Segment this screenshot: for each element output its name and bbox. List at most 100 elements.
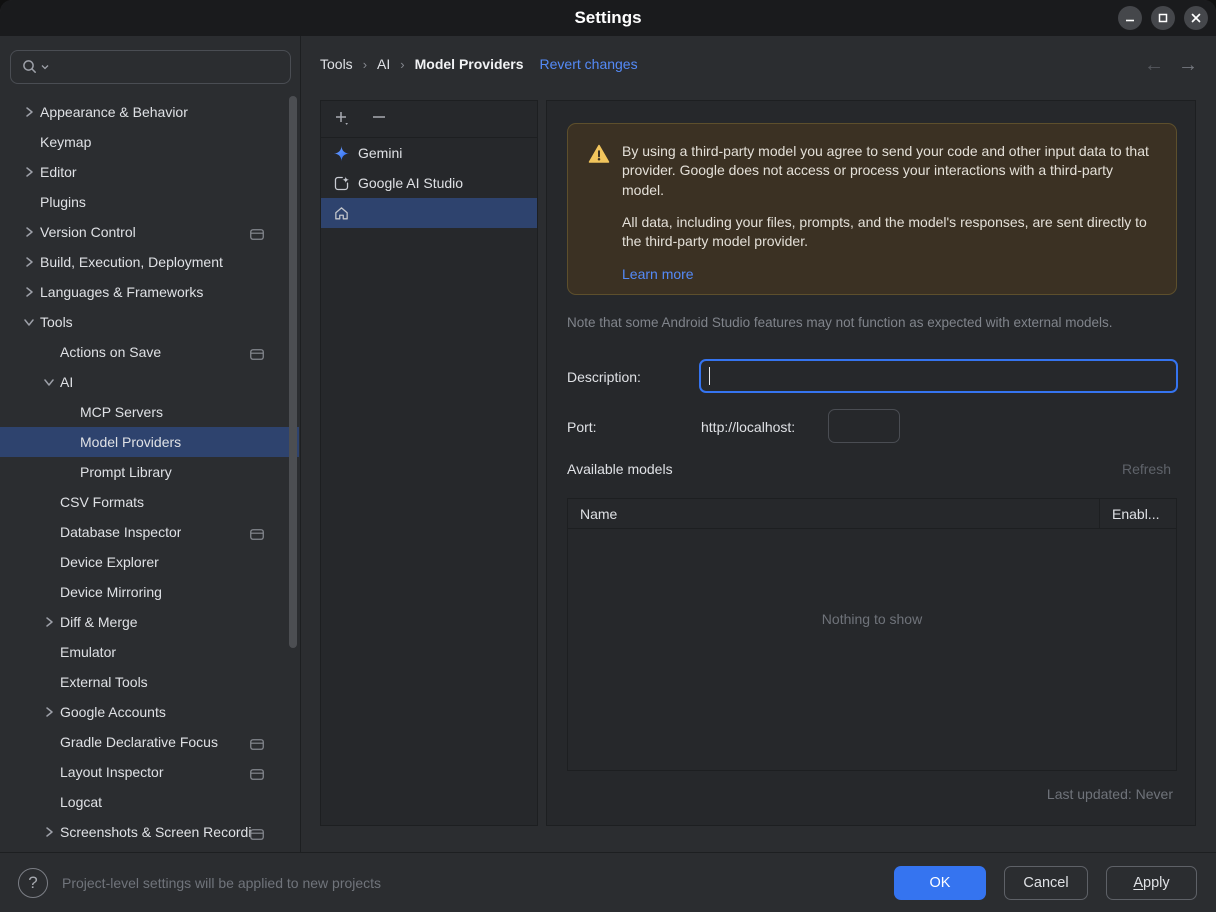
sidebar-item-device-explorer[interactable]: Device Explorer (0, 547, 288, 577)
breadcrumb-model-providers: Model Providers (414, 56, 524, 72)
sidebar-item-model-providers[interactable]: Model Providers (0, 427, 299, 457)
port-prefix: http://localhost: (701, 419, 796, 435)
description-field[interactable] (699, 359, 1178, 393)
sidebar-item-build-execution-deployment[interactable]: Build, Execution, Deployment (0, 247, 288, 277)
learn-more-link[interactable]: Learn more (622, 266, 694, 282)
external-models-note: Note that some Android Studio features m… (567, 315, 1113, 330)
sidebar-item-label: Emulator (60, 644, 117, 660)
refresh-button[interactable]: Refresh (1122, 461, 1171, 477)
tree-toggle[interactable] (38, 826, 60, 838)
revert-changes-link[interactable]: Revert changes (540, 56, 638, 72)
settings-window: Settings Appearance & Behavior Keymap Ed… (0, 0, 1216, 912)
minimize-icon (1126, 19, 1134, 22)
titlebar: Settings (0, 0, 1216, 36)
sidebar-item-external-tools[interactable]: External Tools (0, 667, 288, 697)
sidebar-item-label: External Tools (60, 674, 148, 690)
sidebar-item-layout-inspector[interactable]: Layout Inspector (0, 757, 288, 787)
footer-bar: ? Project-level settings will be applied… (0, 852, 1216, 912)
sidebar-item-plugins[interactable]: Plugins (0, 187, 288, 217)
provider-item-google-ai-studio[interactable]: Google AI Studio (321, 168, 537, 198)
empty-table-message: Nothing to show (821, 611, 923, 627)
sidebar-item-logcat[interactable]: Logcat (0, 787, 288, 817)
add-provider-button[interactable] (333, 110, 353, 128)
sidebar-item-mcp-servers[interactable]: MCP Servers (0, 397, 288, 427)
window-badge-icon (250, 769, 264, 780)
sidebar-item-label: Diff & Merge (60, 614, 138, 630)
sidebar-item-ai[interactable]: AI (0, 367, 288, 397)
sidebar-item-keymap[interactable]: Keymap (0, 127, 288, 157)
models-table: Name Enabl... Nothing to show (567, 498, 1177, 771)
provider-list-toolbar (321, 101, 537, 138)
sidebar-item-emulator[interactable]: Emulator (0, 637, 288, 667)
warning-paragraph-2: All data, including your files, prompts,… (622, 213, 1147, 250)
breadcrumb-ai[interactable]: AI (377, 56, 390, 72)
text-caret (709, 367, 710, 385)
tree-toggle[interactable] (38, 616, 60, 628)
column-header-enabled[interactable]: Enabl... (1099, 498, 1176, 529)
back-arrow-icon[interactable]: ← (1144, 54, 1164, 77)
sidebar-item-label: Google Accounts (60, 704, 166, 720)
sidebar-item-languages-frameworks[interactable]: Languages & Frameworks (0, 277, 288, 307)
cancel-button[interactable]: Cancel (1004, 866, 1088, 900)
sidebar-item-label: Languages & Frameworks (40, 284, 204, 300)
gemini-icon (333, 145, 350, 161)
breadcrumb-tools[interactable]: Tools (320, 56, 353, 72)
sidebar-item-actions-on-save[interactable]: Actions on Save (0, 337, 288, 367)
sidebar-item-tools[interactable]: Tools (0, 307, 288, 337)
tree-toggle[interactable] (18, 286, 40, 298)
tree-toggle[interactable] (18, 316, 40, 328)
remove-provider-button[interactable] (371, 110, 387, 128)
sidebar-item-label: Database Inspector (60, 524, 182, 540)
sidebar-item-csv-formats[interactable]: CSV Formats (0, 487, 288, 517)
tree-toggle[interactable] (18, 256, 40, 268)
sidebar-item-appearance-behavior[interactable]: Appearance & Behavior (0, 97, 288, 127)
warning-paragraph-1: By using a third-party model you agree t… (622, 143, 1149, 198)
tree-toggle[interactable] (38, 706, 60, 718)
tree-toggle[interactable] (18, 226, 40, 238)
available-models-label: Available models (567, 461, 673, 477)
sidebar-item-screenshots-screen-recordi[interactable]: Screenshots & Screen Recordi (0, 817, 288, 847)
minimize-button[interactable] (1118, 6, 1142, 30)
configurable-badge (250, 347, 264, 363)
help-button[interactable]: ? (18, 867, 48, 898)
provider-item-new[interactable] (321, 198, 537, 228)
column-header-name[interactable]: Name (568, 506, 1099, 522)
search-input[interactable] (10, 50, 291, 84)
window-badge-icon (250, 529, 264, 540)
provider-item-gemini[interactable]: Gemini (321, 138, 537, 168)
sidebar-item-editor[interactable]: Editor (0, 157, 288, 187)
sidebar-item-device-mirroring[interactable]: Device Mirroring (0, 577, 288, 607)
apply-button[interactable]: Apply (1106, 866, 1197, 900)
sidebar-item-gradle-declarative-focus[interactable]: Gradle Declarative Focus (0, 727, 288, 757)
sidebar-scrollbar[interactable] (289, 96, 297, 648)
window-badge-icon (250, 349, 264, 360)
breadcrumb-separator: › (362, 56, 368, 72)
tree-toggle[interactable] (18, 106, 40, 118)
close-icon (1191, 13, 1201, 23)
sidebar-item-google-accounts[interactable]: Google Accounts (0, 697, 288, 727)
chevron-down-icon (44, 379, 54, 386)
window-badge-icon (250, 739, 264, 750)
maximize-button[interactable] (1151, 6, 1175, 30)
chevron-right-icon (26, 257, 33, 267)
forward-arrow-icon[interactable]: → (1178, 54, 1198, 77)
window-controls (1118, 6, 1208, 30)
sidebar-item-label: MCP Servers (80, 404, 163, 420)
sidebar-item-label: Build, Execution, Deployment (40, 254, 223, 270)
sidebar-item-label: Keymap (40, 134, 92, 150)
sidebar-item-diff-merge[interactable]: Diff & Merge (0, 607, 288, 637)
warning-icon (588, 144, 610, 163)
search-icon (23, 60, 36, 73)
close-button[interactable] (1184, 6, 1208, 30)
port-field[interactable] (828, 409, 900, 443)
sidebar-item-label: Layout Inspector (60, 764, 164, 780)
ok-button[interactable]: OK (894, 866, 986, 900)
tree-toggle[interactable] (18, 166, 40, 178)
sidebar-item-version-control[interactable]: Version Control (0, 217, 288, 247)
tree-toggle[interactable] (38, 376, 60, 388)
chevron-down-icon (24, 319, 34, 326)
configurable-badge (250, 527, 264, 543)
sidebar-item-prompt-library[interactable]: Prompt Library (0, 457, 288, 487)
window-badge-icon (250, 229, 264, 240)
sidebar-item-database-inspector[interactable]: Database Inspector (0, 517, 288, 547)
